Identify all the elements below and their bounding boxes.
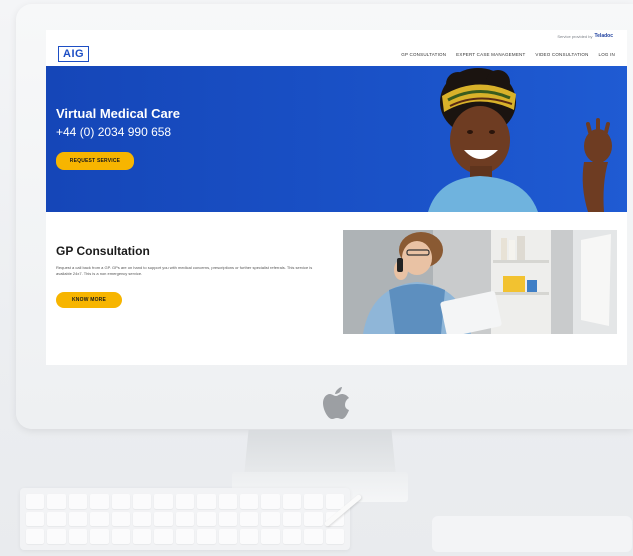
know-more-button[interactable]: KNOW MORE <box>56 292 122 308</box>
hero-banner: Virtual Medical Care +44 (0) 2034 990 65… <box>46 66 627 212</box>
provider-strip: Service provided by Teladoc <box>46 30 627 42</box>
nav-gp-consultation[interactable]: GP CONSULTATION <box>401 52 446 57</box>
hero-phone[interactable]: +44 (0) 2034 990 658 <box>56 125 171 139</box>
apple-logo-icon <box>323 387 349 419</box>
gp-section-description: Request a call back from a GP. GPs are o… <box>56 265 313 276</box>
site-header: AIG GP CONSULTATION EXPERT CASE MANAGEME… <box>46 42 627 66</box>
nav-log-in[interactable]: LOG IN <box>599 52 615 57</box>
trackpad <box>432 516 632 552</box>
nav-video-consultation[interactable]: VIDEO CONSULTATION <box>535 52 588 57</box>
provided-by-text: Service provided by <box>557 33 593 39</box>
monitor-stand <box>244 430 396 476</box>
request-service-button[interactable]: REQUEST SERVICE <box>56 152 134 170</box>
imac-monitor: Service provided by Teladoc AIG GP CONSU… <box>16 4 633 429</box>
gp-section-title: GP Consultation <box>56 244 150 258</box>
hero-woman-image <box>428 68 612 212</box>
provider-logo: Teladoc <box>594 33 613 39</box>
hero-title: Virtual Medical Care <box>56 106 181 121</box>
aig-logo[interactable]: AIG <box>58 46 90 62</box>
browser-screen: Service provided by Teladoc AIG GP CONSU… <box>46 30 627 365</box>
gp-doctor-photo <box>343 230 617 334</box>
main-nav: GP CONSULTATION EXPERT CASE MANAGEMENT V… <box>401 52 615 57</box>
keyboard <box>20 488 350 550</box>
nav-expert-case-management[interactable]: EXPERT CASE MANAGEMENT <box>456 52 525 57</box>
